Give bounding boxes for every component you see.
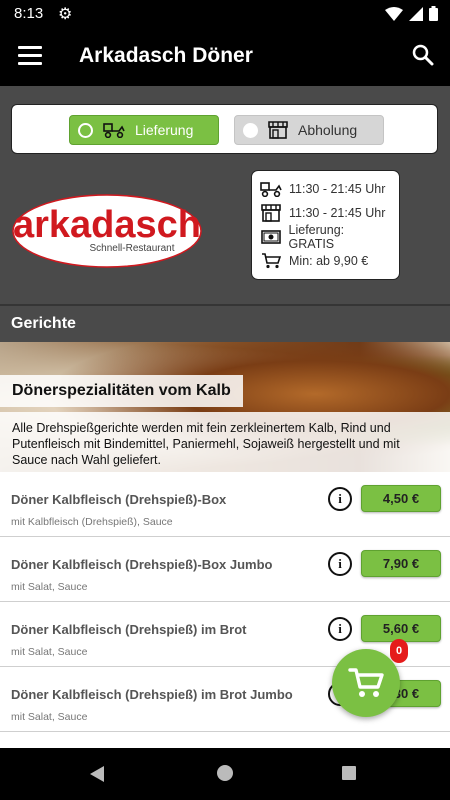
delivery-hours-row: 11:30 - 21:45 Uhr xyxy=(260,177,391,201)
info-icon[interactable]: i xyxy=(328,552,352,576)
menu-item[interactable]: Döner Kalbfleisch (Drehspieß)-Box Jumbo … xyxy=(0,537,450,602)
battery-icon xyxy=(429,6,438,21)
delivery-radio[interactable] xyxy=(78,122,93,138)
delivery-label: Lieferung xyxy=(135,122,194,138)
restaurant-logo: arkadasch Schnell-Restaurant xyxy=(12,194,202,268)
pickup-option-button[interactable]: Abholung xyxy=(234,115,384,145)
category-description: Alle Drehspießgerichte werden mit fein z… xyxy=(0,412,450,472)
app-bar: Arkadasch Döner xyxy=(0,28,450,86)
delivery-hours-text: 11:30 - 21:45 Uhr xyxy=(289,182,386,196)
section-divider xyxy=(0,304,450,306)
delivery-scooter-icon xyxy=(103,122,125,138)
category-title: Dönerspezialitäten vom Kalb xyxy=(0,375,243,407)
category-hero-image: Dönerspezialitäten vom Kalb Alle Drehspi… xyxy=(0,342,450,472)
delivery-fee-row: Lieferung: GRATIS xyxy=(260,223,391,251)
back-icon[interactable] xyxy=(90,766,104,782)
cart-count-badge: 0 xyxy=(390,639,408,663)
order-mode-selector: Lieferung Abholung xyxy=(11,104,438,154)
restaurant-info-box: 11:30 - 21:45 Uhr 11:30 - 21:45 Uhr Lief… xyxy=(251,170,400,280)
svg-text:Schnell-Restaurant: Schnell-Restaurant xyxy=(89,243,174,254)
cart-button[interactable] xyxy=(332,649,400,717)
delivery-scooter-icon xyxy=(260,181,282,197)
add-to-cart-price-button[interactable]: 4,50 € xyxy=(361,485,441,512)
pickup-hours-text: 11:30 - 21:45 Uhr xyxy=(289,206,386,220)
add-to-cart-price-button[interactable]: 5,60 € xyxy=(361,615,441,642)
pickup-hours-row: 11:30 - 21:45 Uhr xyxy=(260,201,391,225)
delivery-fee-text: Lieferung: GRATIS xyxy=(288,223,345,251)
home-icon[interactable] xyxy=(217,765,233,781)
min-order-row: Min: ab 9,90 € xyxy=(260,249,391,273)
min-order-text: Min: ab 9,90 € xyxy=(289,254,369,268)
svg-text:arkadasch: arkadasch xyxy=(13,204,201,246)
menu-item[interactable]: Döner Kalbfleisch (Drehspieß)-Box mit Ka… xyxy=(0,472,450,537)
menu-item-description: mit Salat, Sauce xyxy=(11,711,88,723)
app-title: Arkadasch Döner xyxy=(79,44,253,67)
shopping-cart-icon xyxy=(260,253,282,269)
menu-icon[interactable] xyxy=(18,46,42,66)
menu-item-name: Döner Kalbfleisch (Drehspieß) im Brot Ju… xyxy=(11,687,293,702)
menu-item-name: Döner Kalbfleisch (Drehspieß)-Box xyxy=(11,492,227,507)
recent-apps-icon[interactable] xyxy=(342,766,356,780)
shopping-cart-icon xyxy=(348,668,384,697)
money-icon xyxy=(260,230,282,244)
signal-icon xyxy=(409,6,423,21)
delivery-option-button[interactable]: Lieferung xyxy=(69,115,219,145)
info-icon[interactable]: i xyxy=(328,487,352,511)
status-icons xyxy=(385,6,438,21)
info-icon[interactable]: i xyxy=(328,617,352,641)
settings-gear-icon: ⚙ xyxy=(58,6,73,23)
pickup-store-icon xyxy=(260,204,282,222)
section-title: Gerichte xyxy=(11,315,76,332)
menu-item-description: mit Salat, Sauce xyxy=(11,646,88,658)
pickup-radio[interactable] xyxy=(243,122,258,138)
add-to-cart-price-button[interactable]: 7,90 € xyxy=(361,550,441,577)
pickup-label: Abholung xyxy=(298,122,358,138)
status-bar: 8:13 ⚙ xyxy=(0,0,450,28)
menu-item-name: Döner Kalbfleisch (Drehspieß)-Box Jumbo xyxy=(11,557,273,572)
menu-item-description: mit Kalbfleisch (Drehspieß), Sauce xyxy=(11,516,173,528)
status-time: 8:13 xyxy=(14,5,44,22)
wifi-icon xyxy=(385,6,403,21)
menu-item-description: mit Salat, Sauce xyxy=(11,581,88,593)
pickup-store-icon xyxy=(268,121,288,139)
menu-item-name: Döner Kalbfleisch (Drehspieß) im Brot xyxy=(11,622,247,637)
search-icon[interactable] xyxy=(412,44,434,66)
system-nav-bar xyxy=(0,748,450,800)
